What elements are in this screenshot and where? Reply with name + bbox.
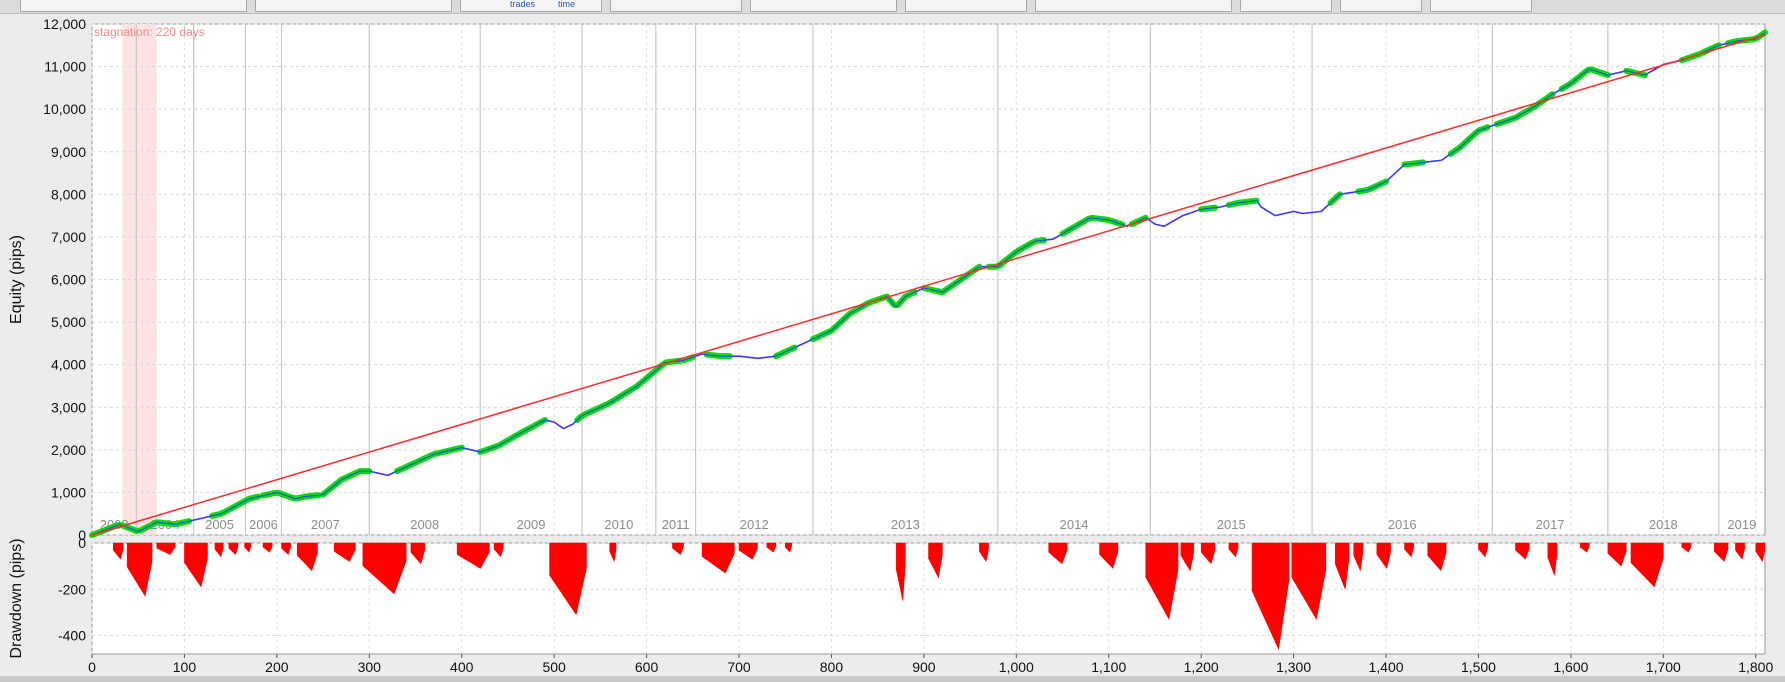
toolbar-control[interactable] [750, 0, 897, 12]
xtick-label: 1,700 [1646, 659, 1681, 675]
equity-ytick-label: 9,000 [51, 144, 86, 160]
toolbar-control[interactable] [1340, 0, 1422, 12]
xtick-label: 1,500 [1461, 659, 1496, 675]
equity-ytick-label: 7,000 [51, 229, 86, 245]
drawdown-ytick-label: -200 [58, 581, 86, 597]
toolbar-control[interactable] [610, 0, 742, 12]
xtick-label: 200 [265, 659, 289, 675]
toolbar-control[interactable] [905, 0, 1027, 12]
drawdown-ytick-label: -400 [58, 628, 86, 644]
xtick-label: 600 [635, 659, 659, 675]
equity-ytick-label: 1,000 [51, 484, 86, 500]
equity-axis-title: Equity (pips) [8, 235, 25, 324]
year-label: 2017 [1536, 517, 1565, 532]
stagnation-band [122, 24, 157, 535]
dropdown-field[interactable] [20, 0, 247, 12]
xtick-label: 900 [912, 659, 936, 675]
xtick-label: 1,400 [1369, 659, 1404, 675]
equity-ytick-label: 5,000 [51, 314, 86, 330]
equity-drawdown-chart: 2003 2004 2005 2006 2007 2008 2009 2010 2011 2012… [8, 16, 1773, 675]
xtick-label: 1,600 [1553, 659, 1588, 675]
xtick-label: 1,000 [999, 659, 1034, 675]
stagnation-label: stagnation: 220 days [94, 25, 205, 39]
time-toggle[interactable]: time [558, 0, 575, 9]
year-label: 2019 [1727, 517, 1756, 532]
xtick-label: 400 [450, 659, 474, 675]
drawdown-axis-title: Drawdown (pips) [8, 538, 25, 658]
xtick-label: 0 [88, 659, 96, 675]
year-label: 2015 [1217, 517, 1246, 532]
xtick-label: 1,300 [1276, 659, 1311, 675]
toolbar-control[interactable] [255, 0, 452, 12]
toolbar: trades time [0, 0, 1785, 14]
xtick-label: 1,200 [1184, 659, 1219, 675]
year-label: 2018 [1649, 517, 1678, 532]
equity-ytick-label: 10,000 [43, 101, 86, 117]
xtick-label: 800 [820, 659, 844, 675]
equity-ytick-label: 12,000 [43, 16, 86, 32]
equity-ytick-label: 11,000 [44, 59, 86, 75]
year-label: 2010 [604, 517, 633, 532]
xtick-label: 300 [358, 659, 382, 675]
year-label: 2016 [1388, 517, 1417, 532]
year-label: 2011 [662, 517, 690, 532]
year-label: 2012 [740, 517, 769, 532]
year-label: 2009 [517, 517, 546, 532]
toolbar-control[interactable] [1035, 0, 1232, 12]
drawdown-ytick-label: 0 [78, 535, 86, 551]
equity-ytick-label: 3,000 [51, 399, 86, 415]
trades-toggle[interactable]: trades [510, 0, 535, 9]
year-label: 2006 [249, 517, 278, 532]
xtick-label: 500 [542, 659, 566, 675]
equity-ytick-label: 4,000 [51, 357, 86, 373]
year-label: 2005 [205, 517, 234, 532]
year-label: 2014 [1060, 517, 1089, 532]
year-label: 2013 [891, 517, 920, 532]
year-label: 2007 [311, 517, 340, 532]
toolbar-control[interactable] [1430, 0, 1532, 12]
year-label: 2008 [410, 517, 439, 532]
status-bar [0, 676, 1785, 682]
xtick-label: 1,100 [1091, 659, 1126, 675]
xtick-label: 1,800 [1738, 659, 1773, 675]
equity-ytick-label: 2,000 [51, 442, 86, 458]
equity-ytick-label: 8,000 [51, 186, 86, 202]
xtick-label: 700 [727, 659, 751, 675]
toolbar-control[interactable] [1240, 0, 1332, 12]
equity-ytick-label: 6,000 [51, 272, 86, 288]
drawdown-plot-area [91, 542, 1766, 655]
xtick-label: 100 [173, 659, 197, 675]
